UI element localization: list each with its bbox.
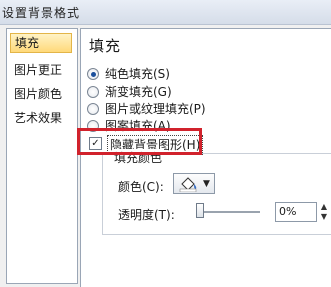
transparency-label: 透明度(T): [118,208,175,222]
spin-down-icon[interactable]: ▼ [318,212,330,222]
sidebar-item-picture-corrections[interactable]: 图片更正 [10,60,72,80]
transparency-input[interactable]: 0% [275,202,317,222]
dialog-title: 设置背景格式 [2,6,81,20]
sidebar-item-fill[interactable]: 填充 [10,33,72,53]
paint-bucket-icon [179,177,197,192]
transparency-slider-track[interactable] [196,211,260,213]
sidebar-item-artistic-effects[interactable]: 艺术效果 [10,108,72,128]
solid-fill-label: 纯色填充(S) [105,67,170,81]
dialog-title-bar: 设置背景格式 [0,0,331,25]
highlight-annotation-box [77,128,202,155]
category-list: 填充 图片更正 图片颜色 艺术效果 [6,28,78,284]
radio-icon[interactable] [87,103,99,115]
radio-checked-icon[interactable] [87,68,99,80]
sidebar-item-picture-color[interactable]: 图片颜色 [10,84,72,104]
section-title: 填充 [89,37,122,55]
radio-icon[interactable] [87,86,99,98]
gradient-fill-label: 渐变填充(G) [105,85,172,99]
picture-texture-fill-label: 图片或纹理填充(P) [105,102,206,116]
color-picker-button[interactable]: ▼ [173,173,215,194]
color-label: 颜色(C): [118,180,164,194]
spin-up-icon[interactable]: ▲ [318,202,330,212]
chevron-down-icon: ▼ [203,179,210,189]
transparency-slider-thumb[interactable] [196,203,204,218]
